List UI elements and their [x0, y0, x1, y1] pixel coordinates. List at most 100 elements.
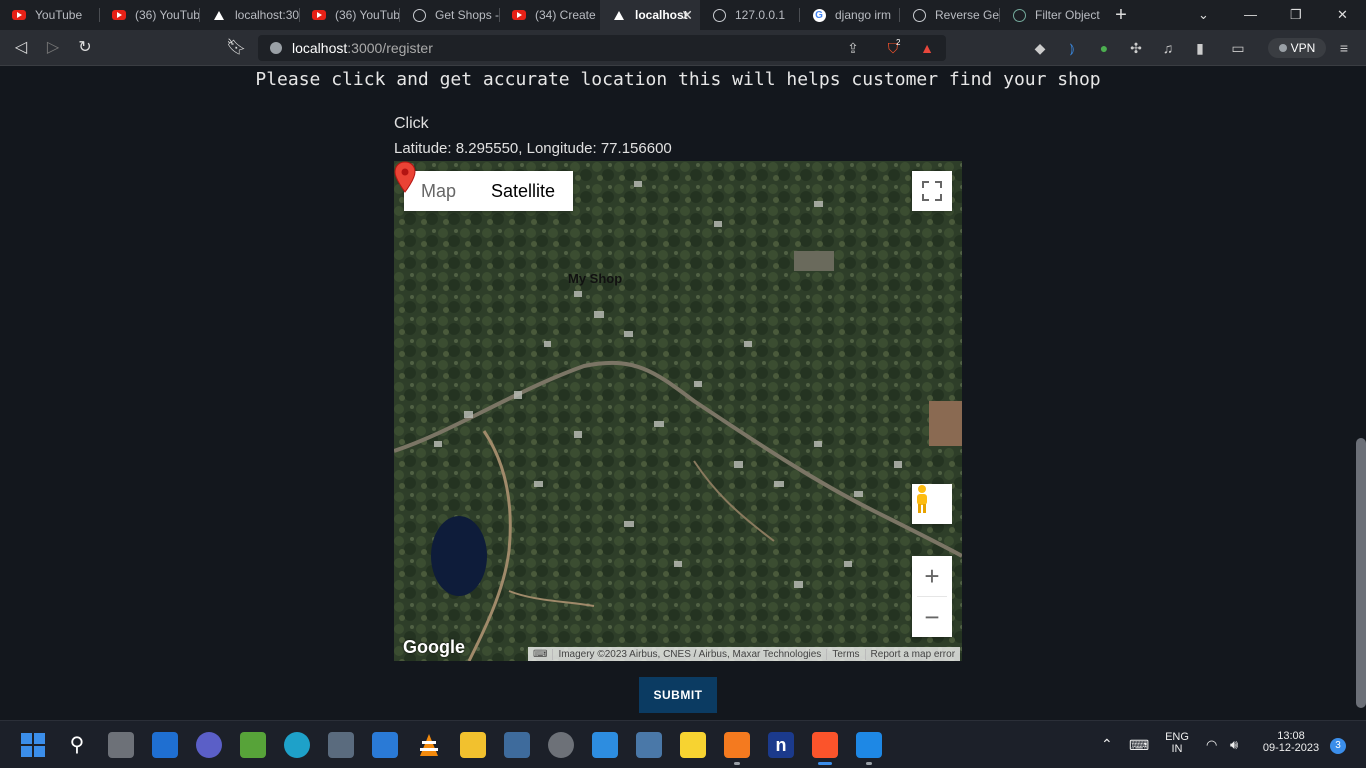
green-app-icon[interactable] [240, 732, 266, 758]
vpn-button[interactable]: VPN [1268, 38, 1326, 58]
forward-icon[interactable]: ▷ [44, 39, 62, 57]
tab-label: Get Shops - [435, 8, 500, 22]
lang-bottom: IN [1171, 743, 1183, 755]
triangle-icon [612, 8, 626, 22]
edge-icon[interactable] [284, 732, 310, 758]
scrollbar-thumb[interactable] [1356, 438, 1366, 708]
tab-label: localhost [635, 8, 688, 22]
reload-icon[interactable]: ↻ [76, 39, 94, 57]
start-icon[interactable] [20, 732, 46, 758]
zoom-control: + − [912, 556, 952, 637]
notepad-icon[interactable] [592, 732, 618, 758]
extension-cat-icon[interactable]: ◆ [1031, 39, 1049, 57]
tab-get-shops[interactable]: Get Shops - [400, 0, 500, 30]
report-error-link[interactable]: Report a map error [864, 648, 960, 660]
zoom-out-button[interactable]: − [912, 597, 952, 637]
imagery-attribution: Imagery ©2023 Airbus, CNES / Airbus, Max… [552, 648, 826, 660]
back-icon[interactable]: ◁ [12, 39, 30, 57]
coordinates-text: Latitude: 8.295550, Longitude: 77.156600 [394, 140, 672, 157]
globe-icon [412, 8, 426, 22]
marker-label: My Shop [568, 271, 623, 286]
tab-django[interactable]: Gdjango irm [800, 0, 900, 30]
tab-localhost-active[interactable]: localhost ✕ [600, 0, 700, 30]
language-indicator[interactable]: ENG IN [1160, 731, 1194, 755]
site-info-icon[interactable] [270, 42, 282, 54]
control-panel-icon[interactable] [636, 732, 662, 758]
tab-youtube[interactable]: YouTube [0, 0, 100, 30]
brave-icon[interactable] [812, 732, 838, 758]
scrollbar[interactable] [1356, 67, 1366, 720]
tab-filter-object[interactable]: Filter Object [1000, 0, 1100, 30]
minimize-button[interactable]: — [1244, 7, 1257, 22]
window-close-button[interactable]: ✕ [1337, 7, 1348, 23]
wallet-icon[interactable]: ▭ [1229, 39, 1247, 57]
close-icon[interactable]: ✕ [681, 7, 693, 24]
sidebar-icon[interactable]: ▮ [1191, 39, 1209, 57]
widgets-icon[interactable] [152, 732, 178, 758]
triangle-icon [212, 8, 226, 22]
submit-button[interactable]: SUBMIT [639, 677, 717, 713]
n-app-icon[interactable]: n [768, 732, 794, 758]
map-type-satellite-button[interactable]: Satellite [473, 171, 573, 211]
terms-link[interactable]: Terms [826, 648, 864, 660]
click-button[interactable]: Click [394, 115, 429, 133]
sticky-notes-icon[interactable] [680, 732, 706, 758]
date: 09-12-2023 [1262, 742, 1320, 754]
teams-chat-icon[interactable] [196, 732, 222, 758]
vscode-icon[interactable] [856, 732, 882, 758]
tab-youtube-3[interactable]: (36) YouTube [300, 0, 400, 30]
tab-list-icon[interactable]: ⌄ [1198, 7, 1209, 23]
brave-rewards-icon[interactable]: ▲ [918, 39, 936, 57]
url-host: localhost [292, 40, 348, 56]
chevron-up-icon[interactable]: ⌃ [1101, 736, 1113, 753]
youtube-icon [112, 8, 126, 22]
tab-label: YouTube [35, 8, 83, 22]
music-icon[interactable]: ♫ [1159, 39, 1177, 57]
calculator-icon[interactable] [328, 732, 354, 758]
tab-localhost[interactable]: localhost:3000 [200, 0, 300, 30]
tab-label: (36) YouTube [335, 8, 400, 22]
page-content: Please click and get accurate location t… [0, 67, 1366, 720]
store-icon[interactable] [372, 732, 398, 758]
url-text: localhost:3000/register [292, 40, 433, 56]
keyboard-icon[interactable]: ⌨ [1129, 737, 1149, 754]
youtube-icon [12, 8, 26, 22]
clock[interactable]: 13:08 09-12-2023 [1256, 730, 1326, 754]
xampp-icon[interactable] [724, 732, 750, 758]
tab-bar: YouTube (36) YouTube localhost:3000 (36)… [0, 0, 1366, 30]
share-icon[interactable]: ⇪ [844, 39, 862, 57]
wifi-icon[interactable]: ◠ [1206, 737, 1217, 753]
tab-create[interactable]: (34) Create [500, 0, 600, 30]
notification-badge[interactable]: 3 [1330, 738, 1346, 754]
map-view[interactable]: Map Satellite + − My Shop Google ⌨ Image… [394, 161, 962, 661]
tab-label: (34) Create [535, 8, 596, 22]
zoom-in-button[interactable]: + [912, 556, 952, 596]
task-view-icon[interactable] [108, 732, 134, 758]
tab-youtube-2[interactable]: (36) YouTube [100, 0, 200, 30]
maximize-button[interactable]: ❐ [1290, 7, 1302, 23]
google-logo: Google [403, 637, 465, 657]
volume-icon[interactable]: 🔊︎ [1230, 737, 1238, 753]
new-tab-button[interactable]: + [1111, 5, 1131, 25]
address-bar[interactable]: localhost:3000/register ⇪ ⛉ 2 ▲ [258, 35, 946, 61]
vlc-icon[interactable] [416, 732, 442, 758]
fullscreen-button[interactable] [912, 171, 952, 211]
file-explorer-icon[interactable] [460, 732, 486, 758]
taskbar: ⚲ n ⌃ ⌨ ENG IN ◠ 🔊︎ 13:08 09-12-2023 3 [0, 720, 1366, 768]
tab-reverse-geo[interactable]: Reverse Geo [900, 0, 1000, 30]
extension-wave-icon[interactable]: ⦆ [1063, 39, 1081, 57]
compass-icon [912, 8, 926, 22]
extensions-icon[interactable]: ✣ [1127, 39, 1145, 57]
youtube-icon [512, 8, 526, 22]
bookmark-icon[interactable]: 🔖︎ [226, 39, 246, 57]
photos-icon[interactable] [504, 732, 530, 758]
search-icon[interactable]: ⚲ [64, 732, 90, 758]
street-view-pegman-button[interactable] [912, 484, 952, 524]
menu-icon[interactable]: ≡ [1335, 39, 1353, 57]
map-marker-icon[interactable] [394, 161, 416, 193]
running-indicator [734, 762, 740, 765]
extension-color-icon[interactable]: ● [1095, 39, 1113, 57]
settings-icon[interactable] [548, 732, 574, 758]
tab-127[interactable]: 127.0.0.1 [700, 0, 800, 30]
keyboard-shortcuts-icon[interactable]: ⌨ [528, 649, 552, 660]
